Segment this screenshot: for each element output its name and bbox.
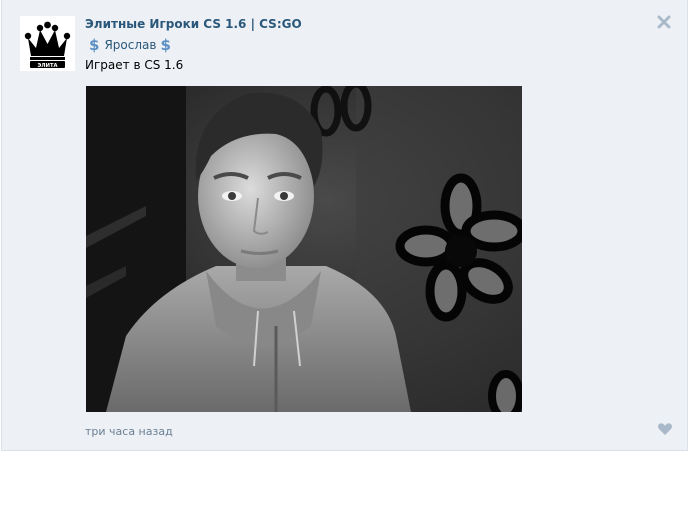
post-photo[interactable] [86, 86, 522, 412]
close-icon[interactable] [656, 14, 672, 30]
author-suffix: $ [160, 36, 171, 54]
group-name-link[interactable]: Элитные Игроки CS 1.6 | CS:GO [85, 17, 302, 31]
author-prefix: $ [89, 36, 100, 54]
avatar-label: ЭЛИТА [37, 63, 57, 69]
crown-icon: ЭЛИТА [20, 16, 75, 71]
post-text: Играет в CS 1.6 [85, 58, 184, 72]
author-name-link[interactable]: Ярослав [104, 38, 156, 52]
photo-image [86, 86, 522, 412]
wall-post: ЭЛИТА Элитные Игроки CS 1.6 | CS:GO $ Яр… [1, 0, 688, 451]
group-avatar[interactable]: ЭЛИТА [20, 16, 75, 71]
heart-icon[interactable] [657, 421, 673, 437]
post-timestamp[interactable]: три часа назад [85, 425, 173, 438]
post-author: $ Ярослав $ [89, 36, 171, 54]
